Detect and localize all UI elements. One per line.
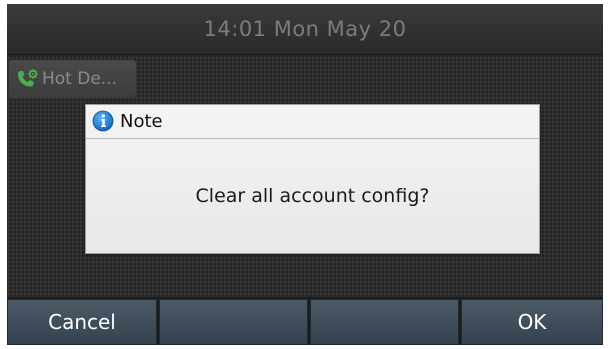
phone-gear-icon (18, 69, 38, 87)
dialog-title: Note (120, 111, 163, 132)
ok-softkey[interactable]: OK (461, 299, 603, 345)
softkey-3[interactable] (310, 299, 459, 345)
line-key-label: Hot De... (42, 69, 118, 89)
status-bar: 14:01 Mon May 20 (7, 4, 603, 55)
status-time: 14:01 Mon May 20 (203, 17, 407, 41)
softkey-bar: Cancel OK (7, 297, 603, 345)
info-icon (92, 110, 114, 132)
note-dialog: Note Clear all account config? (85, 104, 540, 254)
line-key-hot-desking[interactable]: Hot De... (9, 60, 136, 98)
dialog-message: Clear all account config? (195, 185, 430, 207)
softkey-2[interactable] (159, 299, 308, 345)
cancel-softkey[interactable]: Cancel (7, 299, 157, 345)
dialog-header: Note (86, 105, 539, 139)
phone-screen: 14:01 Mon May 20 Hot De... Note Clear al… (7, 4, 603, 345)
